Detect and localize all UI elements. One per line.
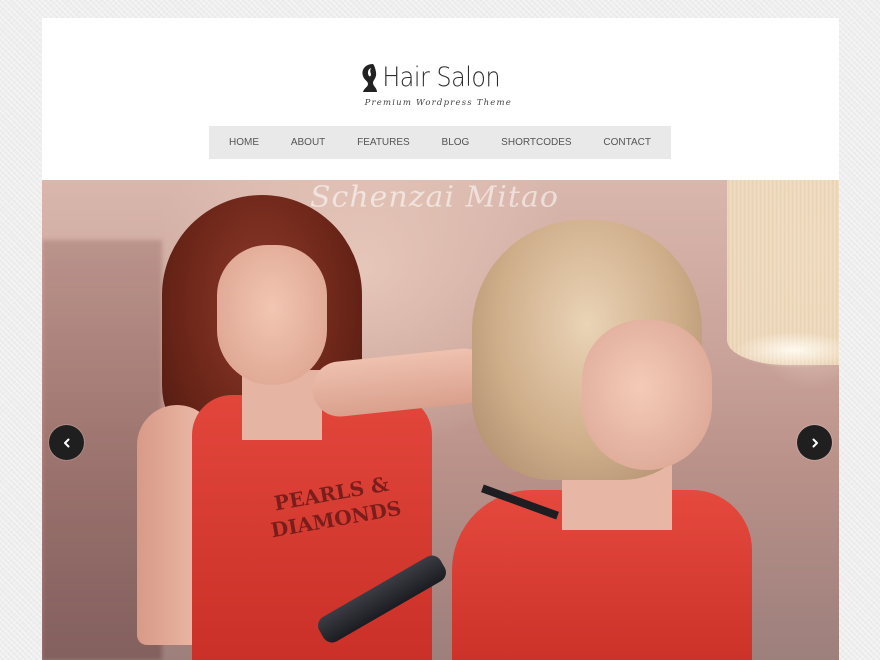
nav-item-about[interactable]: ABOUT bbox=[291, 137, 325, 148]
nav-item-blog[interactable]: BLOG bbox=[442, 137, 470, 148]
chevron-right-icon bbox=[812, 438, 818, 447]
client-face bbox=[582, 320, 712, 470]
main-navigation: HOME ABOUT FEATURES BLOG SHORTCODES CONT… bbox=[209, 126, 671, 159]
photo-watermark: Schenzai Mitao bbox=[310, 180, 559, 215]
nav-item-features[interactable]: FEATURES bbox=[357, 137, 410, 148]
site-logo[interactable]: Hair Salon Premium Wordpress Theme bbox=[42, 60, 839, 110]
stylist-face bbox=[217, 245, 327, 385]
logo-block[interactable]: Hair Salon Premium Wordpress Theme bbox=[362, 60, 519, 108]
nav-item-contact[interactable]: CONTACT bbox=[603, 137, 651, 148]
slider-prev-button[interactable] bbox=[49, 425, 84, 460]
page-container: Hair Salon Premium Wordpress Theme HOME … bbox=[42, 18, 839, 660]
slider-next-button[interactable] bbox=[797, 425, 832, 460]
nav-item-shortcodes[interactable]: SHORTCODES bbox=[501, 137, 571, 148]
site-title[interactable]: Hair Salon bbox=[363, 60, 500, 96]
chevron-left-icon bbox=[63, 438, 69, 447]
hero-slider: PEARLS & DIAMONDS Schenzai Mitao bbox=[42, 180, 839, 660]
lamp-glow bbox=[727, 330, 839, 370]
site-header: Hair Salon Premium Wordpress Theme HOME … bbox=[42, 18, 839, 180]
nav-item-home[interactable]: HOME bbox=[229, 137, 259, 148]
site-tagline: Premium Wordpress Theme bbox=[364, 98, 512, 108]
